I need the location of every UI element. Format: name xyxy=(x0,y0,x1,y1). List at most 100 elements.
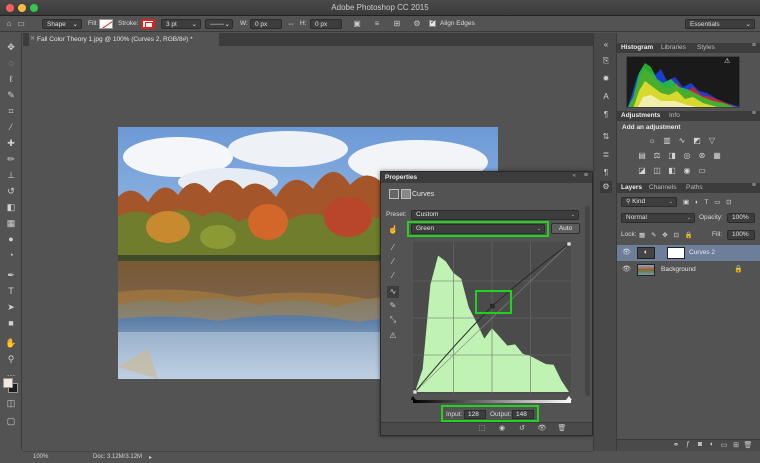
smooth-curve-icon[interactable]: ⤡ xyxy=(387,314,399,326)
brush-settings-icon[interactable]: ✹ xyxy=(600,73,612,85)
collapse-icon[interactable]: « xyxy=(573,173,576,179)
stroke-type-select[interactable]: ─── ⌄ xyxy=(205,19,233,29)
link-layers-icon[interactable]: ⚭ xyxy=(671,441,681,449)
lock-icon[interactable]: 🔒 xyxy=(734,265,743,273)
layer-mask-icon[interactable] xyxy=(401,189,411,199)
healing-brush-tool-icon[interactable]: ✚ xyxy=(4,137,18,150)
selective-color-icon[interactable]: ◉ xyxy=(682,166,692,175)
tab-info[interactable]: Info xyxy=(669,112,680,119)
foreground-color-swatch[interactable] xyxy=(3,378,13,388)
path-arrangement-icon[interactable]: ⊞ xyxy=(392,19,402,29)
lock-options-icons[interactable]: ▦ ✎ ✥ ⊡ 🔒 xyxy=(639,231,695,239)
exposure-icon[interactable]: ◩ xyxy=(692,136,702,145)
blend-mode-select[interactable]: Normal ⌄ xyxy=(621,213,695,223)
tab-libraries[interactable]: Libraries xyxy=(661,44,686,51)
levels-icon[interactable]: ▥ xyxy=(662,136,672,145)
pen-tool-icon[interactable]: ✒ xyxy=(4,269,18,282)
gradient-tool-icon[interactable]: ▦ xyxy=(4,217,18,230)
pencil-draw-icon[interactable]: ✎ xyxy=(387,300,399,312)
properties-scrollbar[interactable] xyxy=(585,206,590,396)
color-lookup-icon[interactable]: ▦ xyxy=(712,151,722,160)
tool-presets-icon[interactable]: ≣ xyxy=(600,149,612,161)
height-field[interactable]: 0 px xyxy=(310,19,342,29)
paragraph-styles-icon[interactable]: ¶ xyxy=(600,167,612,179)
preset-select[interactable]: Custom ⌄ xyxy=(411,210,579,220)
view-previous-state-icon[interactable]: ◉ xyxy=(497,424,507,432)
delete-layer-icon[interactable]: 🗑 xyxy=(743,441,753,449)
path-select-tool-icon[interactable]: ➤ xyxy=(4,301,18,314)
status-menu-icon[interactable]: ▸ xyxy=(149,454,152,461)
tab-styles[interactable]: Styles xyxy=(697,44,715,51)
tab-channels[interactable]: Channels xyxy=(649,184,676,191)
white-point-slider[interactable] xyxy=(566,396,572,400)
new-group-icon[interactable]: ▭ xyxy=(719,441,729,449)
path-operations-icon[interactable]: ▣ xyxy=(352,19,362,29)
close-tab-icon[interactable]: ✕ xyxy=(30,33,35,46)
layer-visibility-icon[interactable]: 👁 xyxy=(622,265,631,273)
layer-row-background[interactable]: 👁 Background 🔒 xyxy=(617,262,760,278)
tab-layers[interactable]: Layers xyxy=(621,184,642,191)
home-icon[interactable]: ⌂ xyxy=(4,19,14,29)
tab-adjustments[interactable]: Adjustments xyxy=(621,112,660,119)
black-point-eyedropper-icon[interactable]: ⁄ xyxy=(387,242,399,254)
gray-point-eyedropper-icon[interactable]: ⁄ xyxy=(387,256,399,268)
move-tool-icon[interactable]: ✥ xyxy=(4,41,18,54)
eraser-tool-icon[interactable]: ◧ xyxy=(4,201,18,214)
panel-menu-icon[interactable]: ≡ xyxy=(584,172,588,179)
color-balance-icon[interactable]: ⚖ xyxy=(652,151,662,160)
tab-histogram[interactable]: Histogram xyxy=(621,44,653,51)
layers-panel-menu-icon[interactable]: ≡ xyxy=(752,182,756,189)
stroke-width-field[interactable]: 3 pt ⌄ xyxy=(161,19,201,29)
posterize-icon[interactable]: ◫ xyxy=(652,166,662,175)
marquee-tool-icon[interactable]: ◌ xyxy=(4,57,18,70)
stroke-swatch[interactable] xyxy=(141,19,155,29)
zoom-tool-icon[interactable]: ⚲ xyxy=(4,353,18,366)
history-panel-icon[interactable]: ⎘ xyxy=(600,55,612,67)
output-field[interactable]: 148 xyxy=(512,410,534,419)
quick-select-tool-icon[interactable]: ✎ xyxy=(4,89,18,102)
align-edges-checkbox[interactable] xyxy=(429,18,436,27)
clone-stamp-tool-icon[interactable]: ⊥ xyxy=(4,169,18,182)
curve-control-point[interactable] xyxy=(413,389,418,394)
blur-tool-icon[interactable]: ● xyxy=(4,233,18,246)
clipping-warning-icon[interactable]: ⚠ xyxy=(387,330,399,342)
channel-mixer-icon[interactable]: ⊛ xyxy=(697,151,707,160)
fill-swatch[interactable] xyxy=(99,19,113,29)
new-adjustment-layer-icon[interactable]: ◐ xyxy=(707,441,717,448)
histogram-panel-menu-icon[interactable]: ≡ xyxy=(752,42,756,49)
type-tool-icon[interactable]: T xyxy=(4,285,18,298)
crop-tool-icon[interactable]: ⌗ xyxy=(4,105,18,118)
delete-adjustment-icon[interactable]: 🗑 xyxy=(557,424,567,432)
path-alignment-icon[interactable]: ≡ xyxy=(372,19,382,29)
rectangle-tool-icon[interactable]: ■ xyxy=(4,317,18,330)
vibrance-icon[interactable]: ▽ xyxy=(707,136,717,145)
invert-icon[interactable]: ◪ xyxy=(637,166,647,175)
curve-control-point[interactable] xyxy=(566,242,571,247)
properties-header[interactable]: Properties « ≡ xyxy=(381,172,592,183)
dodge-tool-icon[interactable]: ◔ xyxy=(4,249,18,262)
edit-points-icon[interactable]: ∿ xyxy=(387,286,399,298)
curves-icon[interactable]: ∿ xyxy=(677,136,687,145)
curves-graph[interactable] xyxy=(413,242,571,394)
clip-to-layer-icon[interactable]: ⬚ xyxy=(477,424,487,432)
link-icon[interactable]: ⇔ xyxy=(286,19,296,29)
gradient-map-icon[interactable]: ▭ xyxy=(697,166,707,175)
layer-visibility-icon[interactable]: 👁 xyxy=(622,248,631,256)
document-tab[interactable]: ✕ Fall Color Theory 1.jpg @ 100% (Curves… xyxy=(29,33,219,46)
fill-field[interactable]: 100% xyxy=(727,230,755,240)
tool-preset-icon[interactable]: ▭ xyxy=(16,19,26,29)
auto-button[interactable]: Auto xyxy=(551,223,580,234)
lasso-tool-icon[interactable]: ℓ xyxy=(4,73,18,86)
width-field[interactable]: 0 px xyxy=(250,19,282,29)
add-mask-icon[interactable]: ◙ xyxy=(695,441,705,448)
tab-paths[interactable]: Paths xyxy=(686,184,703,191)
layer-style-icon[interactable]: ƒ xyxy=(683,441,693,448)
black-point-slider[interactable] xyxy=(411,396,416,400)
opacity-field[interactable]: 100% xyxy=(727,213,755,223)
collapse-dock-icon[interactable]: « xyxy=(600,39,612,51)
actions-panel-icon[interactable]: ⇅ xyxy=(600,131,612,143)
history-brush-tool-icon[interactable]: ↺ xyxy=(4,185,18,198)
brightness-contrast-icon[interactable]: ☼ xyxy=(647,136,657,145)
character-panel-icon[interactable]: A xyxy=(600,91,612,103)
adjustments-panel-menu-icon[interactable]: ≡ xyxy=(752,110,756,117)
